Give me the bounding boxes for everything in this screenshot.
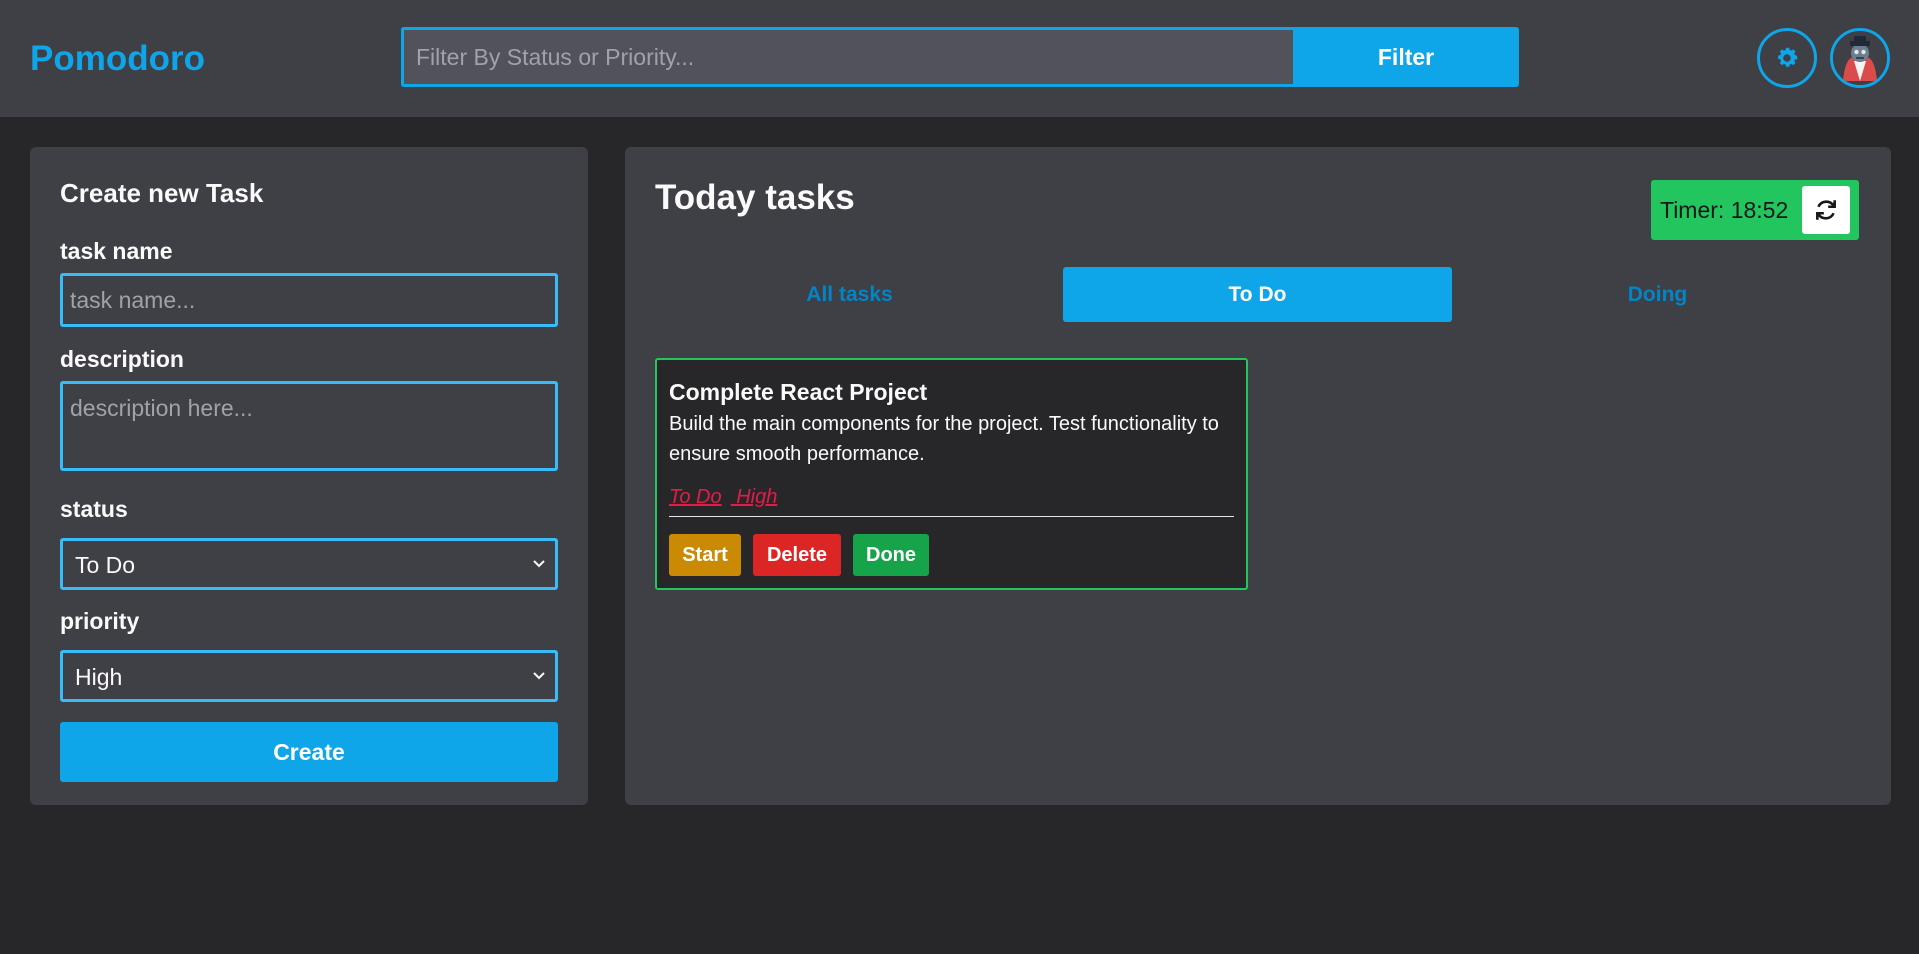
tab-all-tasks[interactable]: All tasks (655, 267, 1044, 322)
timer-reset-button[interactable] (1802, 186, 1850, 234)
task-name-label: task name (60, 238, 173, 264)
priority-select-value: High (75, 664, 123, 690)
task-name-input[interactable] (60, 273, 558, 327)
chevron-down-icon (533, 560, 545, 568)
priority-label: priority (60, 608, 140, 634)
search-bar: Filter (401, 27, 1519, 87)
task-status-tag[interactable]: To Do (669, 486, 722, 508)
status-label: status (60, 496, 128, 522)
chevron-down-icon (533, 672, 545, 680)
tasks-panel: Today tasks Timer: 18:52 All tasks To Do… (625, 147, 1891, 805)
avatar[interactable] (1830, 28, 1890, 88)
done-button[interactable]: Done (853, 534, 929, 576)
task-title: Complete React Project (669, 379, 928, 405)
description-label: description (60, 346, 184, 372)
status-select[interactable]: To Do (60, 538, 558, 590)
refresh-icon (1816, 200, 1836, 220)
tasks-title: Today tasks (655, 178, 855, 217)
task-priority-tag[interactable]: High (736, 486, 777, 508)
create-task-title: Create new Task (60, 178, 264, 208)
settings-button[interactable] (1757, 28, 1817, 88)
priority-select[interactable]: High (60, 650, 558, 702)
task-divider (669, 516, 1234, 517)
timer-text: Timer: 18:52 (1660, 197, 1789, 223)
task-card: Complete React Project Build the main co… (655, 358, 1248, 590)
start-button[interactable]: Start (669, 534, 741, 576)
gear-icon (1778, 47, 1798, 67)
task-description: Build the main components for the projec… (669, 413, 1219, 465)
filter-button[interactable]: Filter (1293, 27, 1519, 87)
create-task-panel: Create new Task task name description st… (30, 147, 588, 805)
task-tags: To Do High (669, 484, 786, 510)
tab-doing[interactable]: Doing (1463, 267, 1852, 322)
timer-badge: Timer: 18:52 (1651, 180, 1859, 240)
delete-button[interactable]: Delete (753, 534, 841, 576)
task-tabs: All tasks To Do Doing (655, 267, 1861, 322)
avatar-image (1833, 31, 1887, 85)
tab-to-do[interactable]: To Do (1063, 267, 1452, 322)
app-header: Pomodoro Filter (0, 0, 1919, 117)
search-input[interactable] (401, 27, 1293, 87)
status-select-value: To Do (75, 552, 136, 578)
create-button[interactable]: Create (60, 722, 558, 782)
description-textarea[interactable] (60, 381, 558, 471)
app-brand[interactable]: Pomodoro (30, 38, 205, 80)
